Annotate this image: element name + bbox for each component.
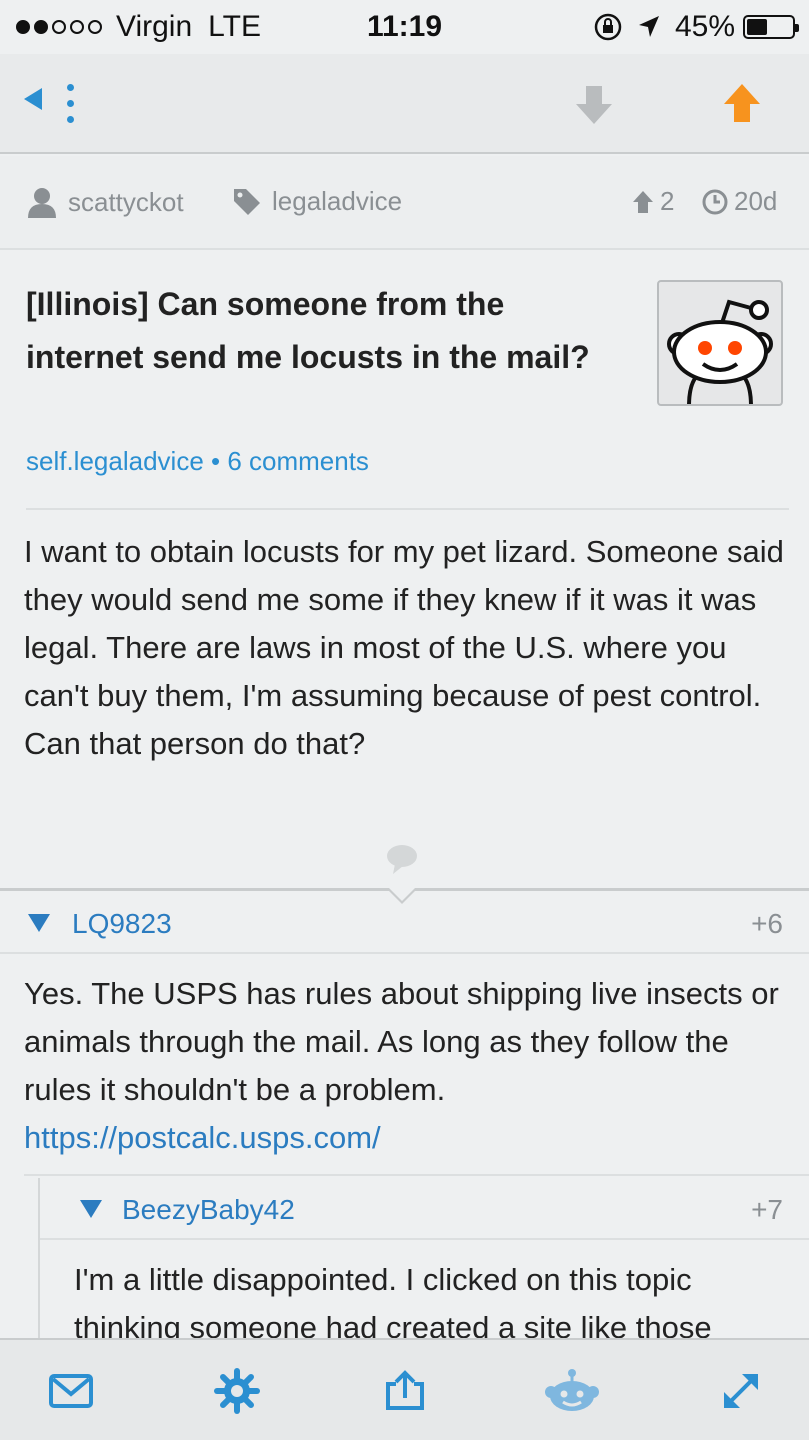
post-author[interactable]: scattyckot xyxy=(26,186,184,218)
comment-header[interactable]: LQ9823 +6 xyxy=(0,892,809,954)
post-header: [Illinois] Can someone from the internet… xyxy=(0,252,809,510)
location-arrow-icon xyxy=(638,16,659,37)
battery-icon xyxy=(743,15,799,39)
reddit-alien-icon[interactable] xyxy=(544,1368,600,1414)
comment-bubble-icon xyxy=(387,845,417,874)
comment-body: Yes. The USPS has rules about shipping l… xyxy=(24,970,784,1162)
comment-author[interactable]: LQ9823 xyxy=(72,908,172,940)
score-arrow-icon xyxy=(633,190,653,213)
reply-author[interactable]: BeezyBaby42 xyxy=(122,1194,295,1226)
author-name: scattyckot xyxy=(68,186,184,217)
post-title[interactable]: [Illinois] Can someone from the internet… xyxy=(26,278,626,384)
expand-icon[interactable] xyxy=(718,1368,764,1414)
post-thumbnail[interactable] xyxy=(657,280,783,406)
navigation-bar xyxy=(0,54,809,154)
reply-header-divider xyxy=(40,1238,809,1240)
clock-icon xyxy=(702,189,728,214)
comment-link[interactable]: https://postcalc.usps.com/ xyxy=(24,1120,381,1155)
battery-percent: 45% xyxy=(674,10,735,43)
rotation-lock-icon xyxy=(594,13,622,41)
comment-header-divider xyxy=(0,952,809,954)
post-domain-comments[interactable]: self.legaladvice • 6 comments xyxy=(26,446,369,477)
comment-text: Yes. The USPS has rules about shipping l… xyxy=(24,976,779,1107)
reply-points: +7 xyxy=(751,1194,783,1225)
more-vertical-icon[interactable] xyxy=(66,84,76,124)
collapse-triangle-icon[interactable] xyxy=(80,1200,102,1218)
reddit-alien-icon xyxy=(667,299,773,404)
collapse-triangle-icon[interactable] xyxy=(28,914,50,932)
comment-divider xyxy=(24,1174,809,1176)
score-value: 2 xyxy=(660,186,675,216)
post-age: 20d xyxy=(702,186,777,217)
status-bar: Virgin LTE 11:19 45% xyxy=(0,0,809,54)
status-right: 45% xyxy=(593,10,799,44)
post-score: 2 xyxy=(632,186,674,217)
comment-points: +6 xyxy=(751,908,783,939)
downvote-arrow-icon[interactable] xyxy=(574,84,614,126)
settings-gear-icon[interactable] xyxy=(214,1368,260,1414)
tag-icon xyxy=(234,188,260,215)
back-arrow-icon[interactable] xyxy=(24,88,42,110)
reply-header[interactable]: BeezyBaby42 +7 xyxy=(0,1178,809,1240)
post-meta-row: scattyckot legaladvice 2 20d xyxy=(0,156,809,250)
mail-icon[interactable] xyxy=(48,1368,94,1414)
age-value: 20d xyxy=(734,186,778,216)
reply-body: I'm a little disappointed. I clicked on … xyxy=(74,1262,712,1338)
post-divider xyxy=(26,508,789,510)
upvote-arrow-icon[interactable] xyxy=(722,82,762,124)
user-icon xyxy=(28,188,56,218)
subreddit-name: legaladvice xyxy=(272,186,403,216)
post-body: I want to obtain locusts for my pet liza… xyxy=(24,534,784,761)
post-subreddit[interactable]: legaladvice xyxy=(232,186,402,217)
bottom-toolbar xyxy=(0,1338,809,1440)
share-icon[interactable] xyxy=(382,1368,428,1414)
